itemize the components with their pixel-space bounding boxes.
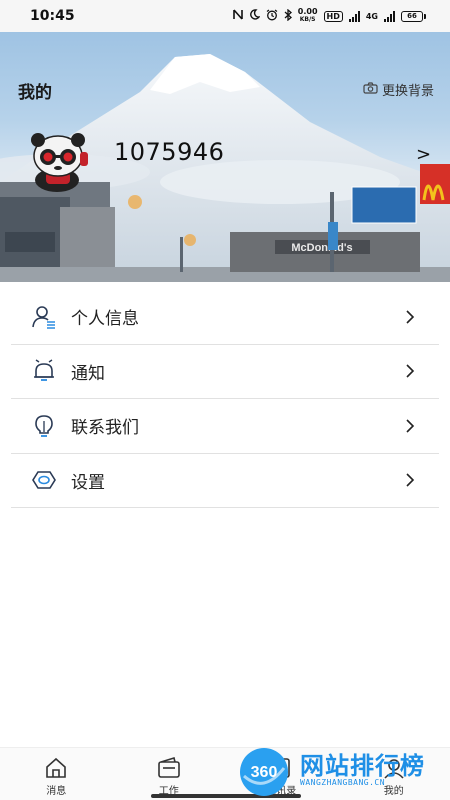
- person-list-icon: [31, 304, 57, 330]
- nav-item-mine[interactable]: 我的: [338, 748, 450, 800]
- nfc-icon: [232, 9, 243, 23]
- nav-item-messages[interactable]: 消息: [0, 748, 113, 800]
- menu-item-contact-us[interactable]: 联系我们: [11, 399, 439, 454]
- home-icon: [44, 756, 68, 780]
- status-time: 10:45: [30, 8, 75, 24]
- user-id[interactable]: 1075946: [114, 138, 224, 166]
- status-icons: 0.00 KB/S HD 4G 66: [232, 8, 426, 24]
- chevron-right-icon: [405, 309, 415, 325]
- bottom-navigation: 消息 工作 通讯录 我的: [0, 747, 450, 800]
- profile-chevron-right-icon[interactable]: >: [416, 144, 431, 165]
- battery-icon: 66: [401, 10, 426, 22]
- battery-level: 66: [401, 10, 423, 22]
- bluetooth-icon: [284, 8, 292, 24]
- signal-2-icon: [384, 10, 395, 22]
- nav-item-contacts[interactable]: 通讯录: [225, 748, 338, 800]
- bell-icon: [31, 358, 57, 384]
- menu-list: 个人信息 通知 联系我们 设置: [0, 290, 450, 508]
- signal-icon: [348, 10, 360, 22]
- menu-item-label: 联系我们: [71, 418, 139, 439]
- hexagon-eye-icon: [31, 467, 57, 493]
- avatar[interactable]: [24, 130, 94, 194]
- chevron-right-icon: [405, 472, 415, 488]
- change-background-button[interactable]: 更换背景: [363, 80, 434, 99]
- menu-item-notifications[interactable]: 通知: [11, 345, 439, 399]
- wallet-icon: [157, 756, 181, 780]
- hd-badge: HD: [323, 10, 343, 22]
- nav-label: 我的: [383, 786, 404, 797]
- menu-item-label: 通知: [71, 363, 105, 384]
- change-background-label: 更换背景: [381, 84, 434, 99]
- network-speed-unit: KB/S: [299, 16, 316, 23]
- alarm-icon: [266, 9, 278, 24]
- home-indicator[interactable]: [151, 794, 301, 798]
- menu-item-personal-info[interactable]: 个人信息: [11, 290, 439, 345]
- status-bar: 10:45 0.00 KB/S HD 4G 66: [0, 0, 450, 32]
- chevron-right-icon: [405, 418, 415, 434]
- page-title: 我的: [18, 83, 52, 103]
- network-speed: 0.00 KB/S: [298, 8, 318, 24]
- camera-icon: [363, 81, 378, 98]
- lightbulb-icon: [31, 413, 57, 439]
- contacts-icon: [269, 756, 293, 780]
- moon-icon: [249, 9, 261, 23]
- profile-icon: [382, 756, 406, 780]
- menu-item-settings[interactable]: 设置: [11, 454, 439, 508]
- chevron-right-icon: [405, 363, 415, 379]
- menu-item-label: 设置: [71, 472, 105, 493]
- nav-label: 消息: [46, 786, 67, 797]
- menu-item-label: 个人信息: [71, 309, 139, 330]
- nav-item-work[interactable]: 工作: [113, 748, 226, 800]
- profile-header[interactable]: McDonald's 我的 更换背景 1075946 >: [0, 32, 450, 282]
- network-speed-value: 0.00: [297, 7, 318, 16]
- mcdonalds-sign: McDonald's: [291, 242, 352, 254]
- network-type: 4G: [365, 11, 378, 21]
